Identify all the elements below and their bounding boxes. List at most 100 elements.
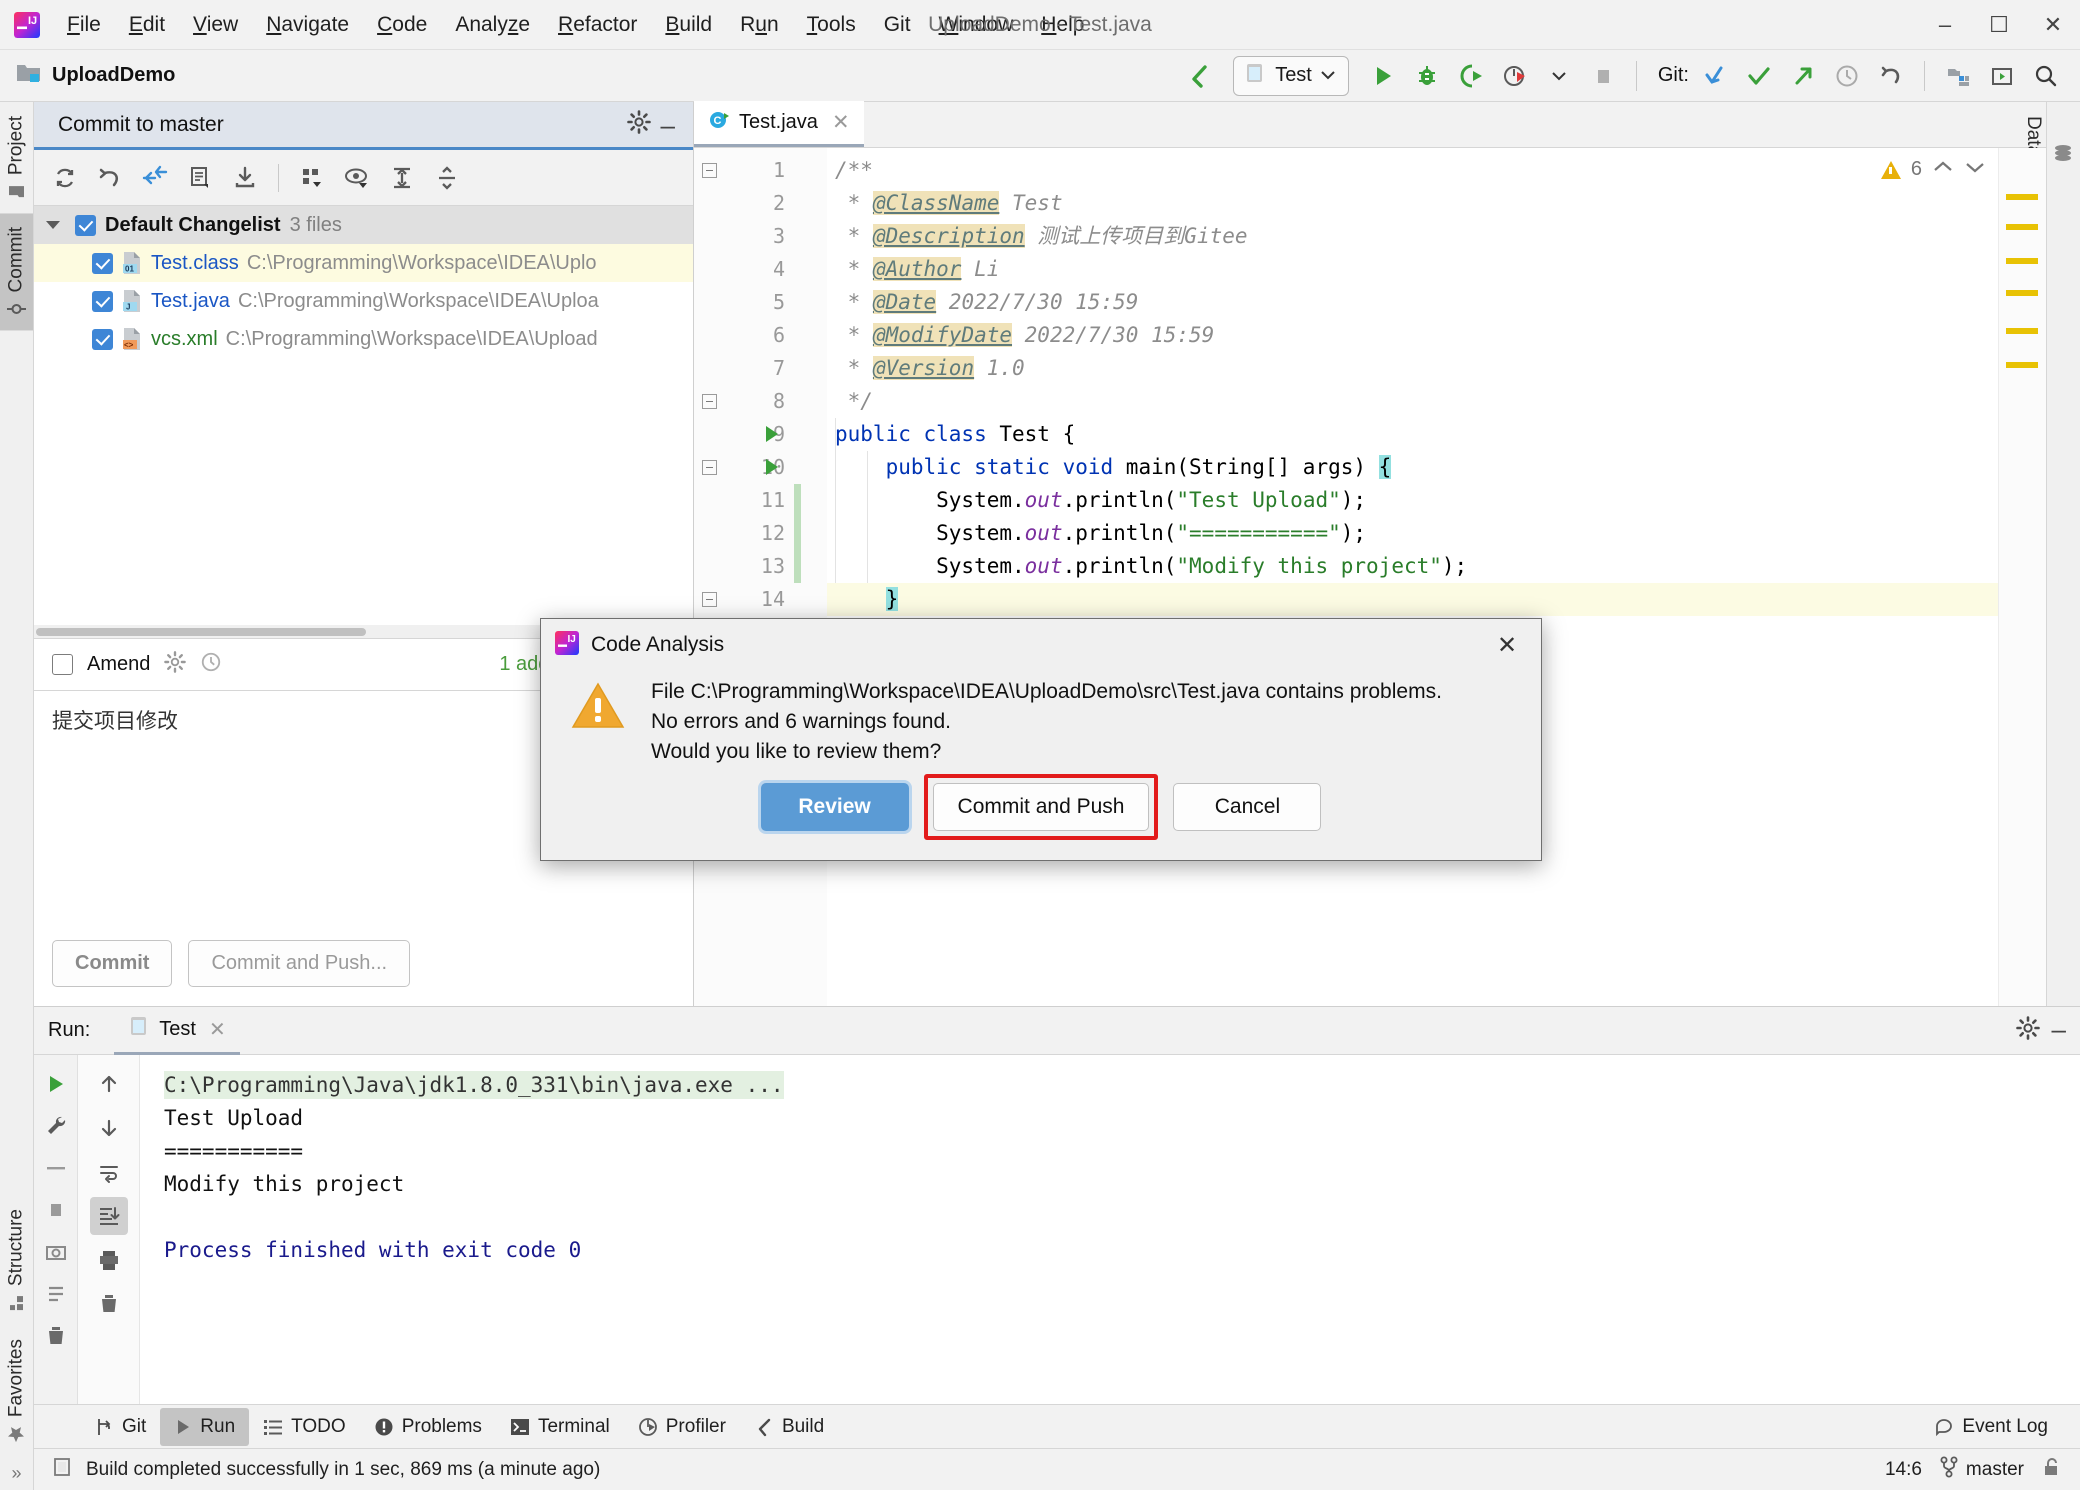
editor-gutter[interactable]: 1 2 3 4 5 6 7 8 9 10 11 12 13 14 — [694, 148, 799, 1006]
code-line[interactable]: public static void main(String[] args) { — [827, 451, 2046, 484]
stripe-expand-icon[interactable]: » — [0, 1457, 33, 1490]
print-icon[interactable] — [90, 1241, 128, 1279]
commit-button[interactable]: Commit — [52, 939, 173, 987]
run-tab-test[interactable]: Test ✕ — [114, 1007, 240, 1055]
wrench-icon[interactable] — [37, 1107, 75, 1145]
menu-analyze[interactable]: Analyze — [442, 8, 543, 42]
close-icon[interactable]: ✕ — [832, 110, 850, 135]
scroll-to-end-icon[interactable] — [89, 1197, 128, 1235]
warning-stripe-mark[interactable] — [2006, 258, 2038, 264]
up-icon[interactable] — [90, 1065, 128, 1103]
warning-stripe-mark[interactable] — [2006, 328, 2038, 334]
group-by-icon[interactable] — [291, 157, 333, 199]
code-editor[interactable]: 1 2 3 4 5 6 7 8 9 10 11 12 13 14 /** * @ClassName Tes… — [694, 148, 2046, 1006]
list-item[interactable]: J Test.java C:\Programming\Workspace\IDE… — [34, 282, 693, 320]
trash-icon[interactable] — [37, 1317, 75, 1355]
profile-dropdown-icon[interactable] — [1539, 56, 1579, 96]
collapse-all-icon[interactable] — [426, 157, 468, 199]
update-project-icon[interactable] — [1695, 56, 1735, 96]
history-icon[interactable] — [200, 651, 222, 678]
gear-icon[interactable] — [164, 651, 187, 678]
code-fold-marker[interactable] — [702, 163, 717, 178]
code-line[interactable]: * @ModifyDate 2022/7/30 15:59 — [827, 319, 2046, 352]
dialog-close-button[interactable]: ✕ — [1487, 625, 1527, 665]
scrollbar-thumb[interactable] — [36, 628, 366, 636]
chevron-down-icon[interactable] — [1964, 159, 1986, 180]
changelist-row[interactable]: Default Changelist 3 files — [34, 206, 693, 244]
code-line[interactable]: */ — [827, 385, 2046, 418]
cancel-button[interactable]: Cancel — [1173, 783, 1322, 832]
shelve-icon[interactable] — [224, 157, 266, 199]
chevron-up-icon[interactable] — [1932, 159, 1954, 180]
select-in-icon[interactable] — [1938, 56, 1978, 96]
preview-icon[interactable] — [1982, 56, 2022, 96]
menu-help[interactable]: Help — [1028, 8, 1097, 42]
build-icon[interactable] — [1179, 56, 1219, 96]
menu-code[interactable]: Code — [364, 8, 440, 42]
vcs-change-marker[interactable] — [794, 484, 801, 583]
menu-build[interactable]: Build — [652, 8, 725, 42]
code-line[interactable]: System.out.println("Test Upload"); — [827, 484, 2046, 517]
review-button[interactable]: Review — [760, 783, 909, 832]
down-icon[interactable] — [90, 1109, 128, 1147]
fold-column[interactable] — [702, 148, 827, 1006]
code-line[interactable]: } — [827, 583, 2046, 616]
chevron-down-icon[interactable] — [46, 221, 60, 229]
run-configuration-selector[interactable]: Test — [1233, 55, 1349, 96]
warning-stripe-mark[interactable] — [2006, 224, 2038, 230]
minimize-icon[interactable]: – — [661, 112, 675, 138]
run-with-coverage-icon[interactable] — [1451, 56, 1491, 96]
gear-icon[interactable] — [2015, 1016, 2040, 1045]
unlocked-icon[interactable] — [2042, 1456, 2062, 1484]
tool-window-tab-git[interactable]: Git — [80, 1408, 160, 1446]
menu-edit[interactable]: Edit — [116, 8, 178, 42]
commit-and-push-button[interactable]: Commit and Push — [932, 783, 1150, 832]
run-icon[interactable] — [1363, 56, 1403, 96]
debug-icon[interactable] — [1407, 56, 1447, 96]
menu-file[interactable]: FFileile — [54, 8, 114, 42]
editor-tab-test-java[interactable]: C Test.java ✕ — [694, 101, 864, 147]
warning-stripe-mark[interactable] — [2006, 362, 2038, 368]
refresh-icon[interactable] — [44, 157, 86, 199]
tool-window-tab-build[interactable]: Build — [740, 1408, 838, 1446]
menu-tools[interactable]: Tools — [794, 8, 869, 42]
code-line[interactable]: * @ClassName Test — [827, 187, 2046, 220]
rerun-icon[interactable] — [37, 1065, 75, 1103]
amend-checkbox[interactable] — [52, 654, 73, 675]
sidebar-item-project[interactable]: Project — [0, 102, 33, 213]
code-line[interactable]: * @Description 测试上传项目到Gitee — [827, 220, 2046, 253]
maximize-button[interactable]: ☐ — [1972, 0, 2026, 49]
menu-refactor[interactable]: Refactor — [545, 8, 650, 42]
profile-icon[interactable] — [1495, 56, 1535, 96]
file-checkbox[interactable] — [92, 252, 113, 274]
rollback-icon[interactable] — [1871, 56, 1911, 96]
code-line[interactable]: System.out.println("==========="); — [827, 517, 2046, 550]
code-line[interactable]: * @Author Li — [827, 253, 2046, 286]
code-line[interactable]: System.out.println("Modify this project"… — [827, 550, 2046, 583]
list-item[interactable]: <> vcs.xml C:\Programming\Workspace\IDEA… — [34, 320, 693, 358]
sidebar-item-favorites[interactable]: Favorites — [0, 1325, 33, 1457]
list-item[interactable]: 01 Test.class C:\Programming\Workspace\I… — [34, 244, 693, 282]
push-icon[interactable] — [1783, 56, 1823, 96]
diff-icon[interactable] — [134, 157, 176, 199]
tool-window-tab-terminal[interactable]: Terminal — [496, 1408, 624, 1446]
project-widget[interactable]: UploadDemo — [16, 62, 175, 89]
commit-and-push-button[interactable]: Commit and Push... — [188, 939, 411, 987]
code-fold-marker[interactable] — [702, 460, 717, 475]
warning-stripe-mark[interactable] — [2006, 290, 2038, 296]
inspection-widget[interactable]: 6 — [1880, 158, 1986, 181]
changelist-checkbox[interactable] — [75, 214, 96, 236]
code-line[interactable]: public class Test { — [827, 418, 2046, 451]
show-diff-icon[interactable] — [179, 157, 221, 199]
warning-stripe-mark[interactable] — [2006, 194, 2038, 200]
event-log-button[interactable]: Event Log — [1920, 1408, 2062, 1446]
menu-navigate[interactable]: Navigate — [253, 8, 362, 42]
dump-threads-icon[interactable] — [37, 1275, 75, 1313]
rollback-icon[interactable] — [89, 157, 131, 199]
sidebar-item-structure[interactable]: Structure — [0, 1195, 33, 1325]
sidebar-item-database[interactable]: Database — [2023, 102, 2080, 211]
stop-icon[interactable] — [1583, 56, 1623, 96]
commit-icon[interactable] — [1739, 56, 1779, 96]
tool-window-tab-profiler[interactable]: Profiler — [624, 1408, 740, 1446]
minimize-button[interactable]: – — [1918, 0, 1972, 49]
